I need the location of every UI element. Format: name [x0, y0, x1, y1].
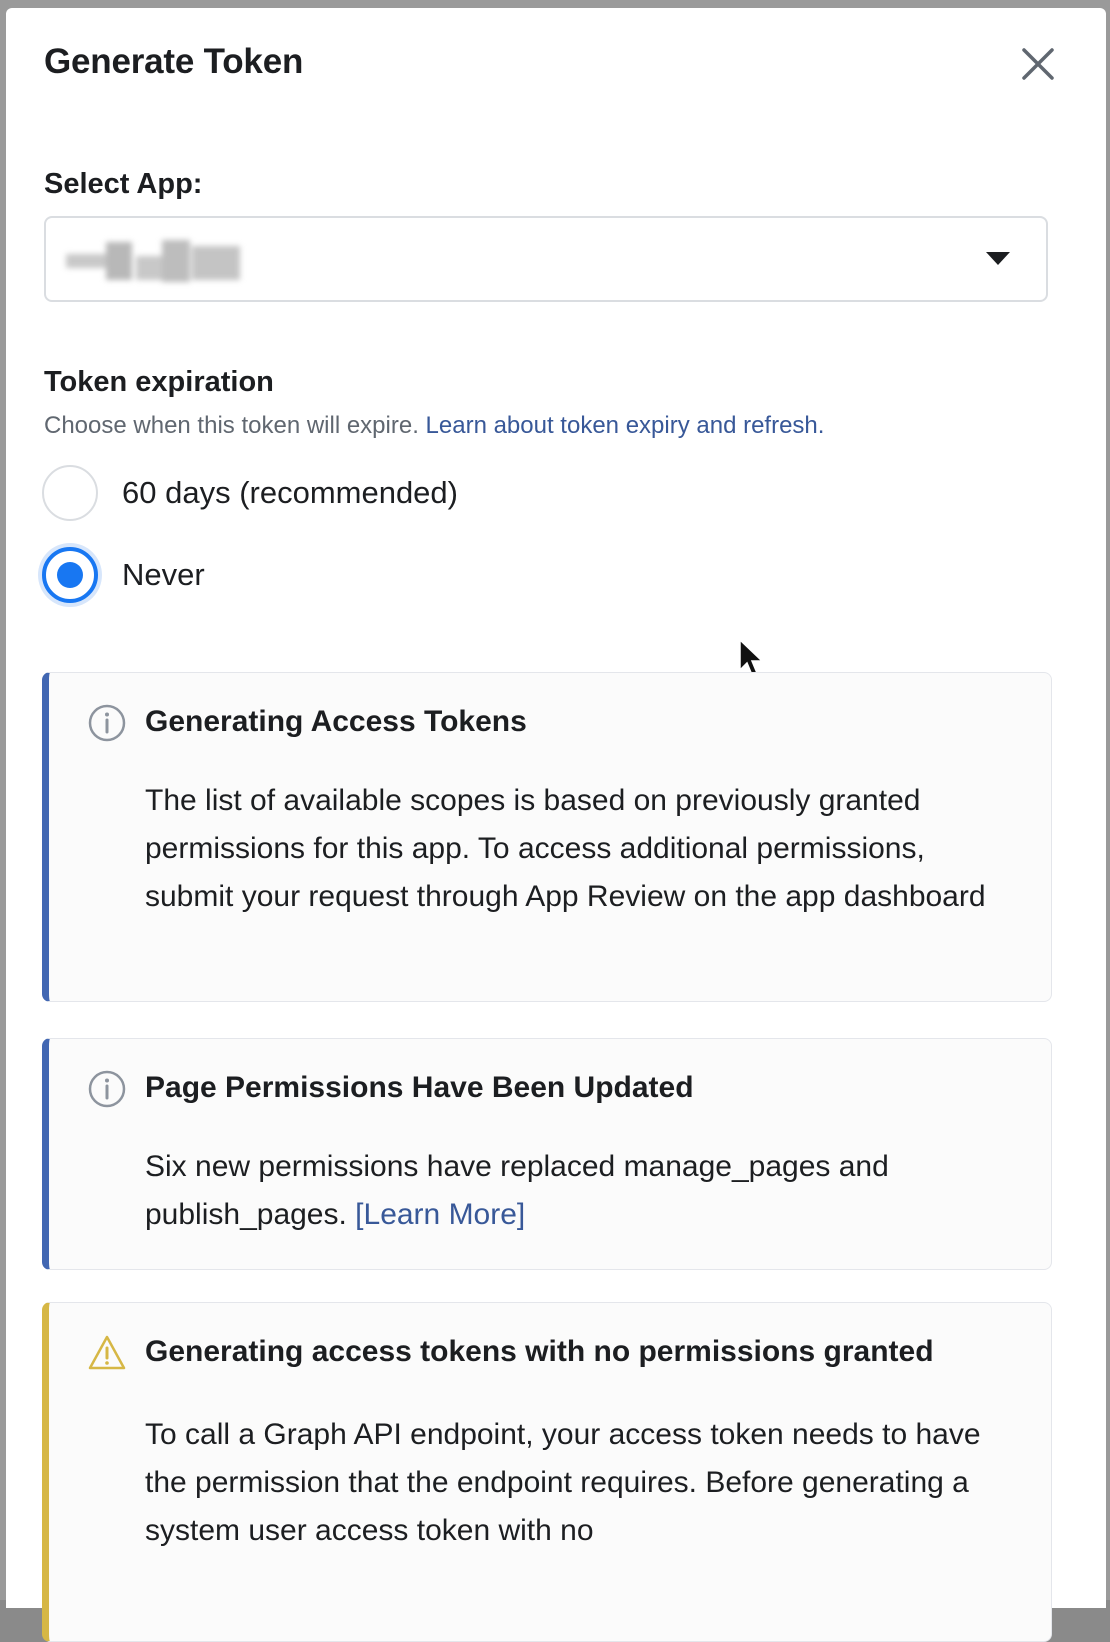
- info-icon: [88, 1070, 126, 1108]
- option-never[interactable]: Never: [42, 544, 205, 606]
- callout-title: Page Permissions Have Been Updated: [145, 1071, 694, 1104]
- callout-title: Generating access tokens with no permiss…: [145, 1335, 934, 1368]
- callout-page-permissions: Page Permissions Have Been Updated Six n…: [42, 1038, 1052, 1270]
- dialog-title: Generate Token: [44, 42, 304, 81]
- close-icon: [1022, 48, 1054, 80]
- option-never-label: Never: [122, 557, 205, 592]
- callout-generating-access-tokens: Generating Access Tokens The list of ava…: [42, 672, 1052, 1002]
- callout-body: Six new permissions have replaced manage…: [145, 1143, 1021, 1239]
- callout-no-permissions-warning: Generating access tokens with no permiss…: [42, 1302, 1052, 1642]
- learn-more-link[interactable]: [Learn More]: [355, 1198, 525, 1231]
- app-select-dropdown[interactable]: [44, 216, 1048, 302]
- token-expiration-helper: Choose when this token will expire. Lear…: [44, 412, 824, 440]
- radio-60-days[interactable]: [42, 465, 98, 521]
- callout-title: Generating Access Tokens: [145, 705, 527, 738]
- callout-body: The list of available scopes is based on…: [145, 784, 986, 913]
- redacted-app-name: [66, 234, 246, 286]
- callout-body: To call a Graph API endpoint, your acces…: [145, 1418, 981, 1547]
- option-60-days-label: 60 days (recommended): [122, 475, 458, 510]
- caret-down-icon: [986, 252, 1010, 265]
- token-expiration-label: Token expiration: [44, 366, 274, 398]
- select-app-label: Select App:: [44, 168, 203, 200]
- info-icon: [88, 704, 126, 742]
- token-expiry-link[interactable]: Learn about token expiry and refresh.: [426, 412, 825, 439]
- generate-token-dialog: Generate Token Select App: Token expirat…: [6, 8, 1106, 1642]
- radio-never[interactable]: [42, 547, 98, 603]
- close-button[interactable]: [1016, 42, 1060, 86]
- helper-text: Choose when this token will expire.: [44, 412, 419, 439]
- warning-icon: [88, 1335, 126, 1370]
- option-60-days[interactable]: 60 days (recommended): [42, 462, 458, 524]
- screen-background: Generate Token Select App: Token expirat…: [0, 0, 1110, 1642]
